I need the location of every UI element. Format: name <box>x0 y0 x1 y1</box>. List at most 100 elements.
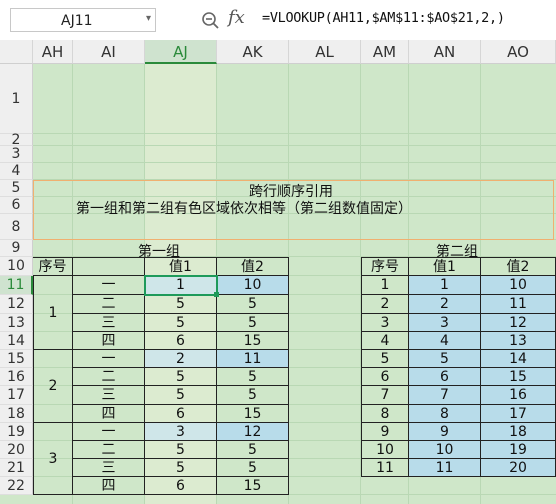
row-header-4[interactable]: 4 <box>0 163 33 180</box>
table1-cell[interactable]: 6 <box>145 405 217 423</box>
table2-cell[interactable]: 8 <box>361 405 409 423</box>
row-header-21[interactable]: 21 <box>0 459 33 477</box>
table1-cell[interactable]: 三 <box>73 386 145 405</box>
table1-cell[interactable]: 5 <box>217 441 289 459</box>
row-header-2[interactable]: 2 <box>0 133 33 147</box>
row-header-18[interactable]: 18 <box>0 405 33 423</box>
column-header-am[interactable]: AM <box>361 40 409 64</box>
table1-cell[interactable]: 5 <box>145 314 217 332</box>
table2-cell[interactable]: 12 <box>481 314 556 332</box>
table2-cell[interactable]: 8 <box>409 405 481 423</box>
table1-cell[interactable]: 12 <box>217 423 289 441</box>
table2-cell[interactable]: 5 <box>361 350 409 368</box>
row-header-20[interactable]: 20 <box>0 441 33 459</box>
row-header-3[interactable]: 3 <box>0 146 33 163</box>
table2-cell[interactable]: 6 <box>409 368 481 386</box>
row-header-14[interactable]: 14 <box>0 332 33 350</box>
select-all-corner[interactable] <box>0 40 33 64</box>
fill-handle[interactable] <box>214 292 219 297</box>
table1-cell[interactable]: 5 <box>145 368 217 386</box>
table1-cell[interactable]: 四 <box>73 477 145 495</box>
zoom-icon[interactable] <box>200 10 222 30</box>
table1-cell[interactable]: 5 <box>217 459 289 477</box>
table1-cell[interactable]: 四 <box>73 332 145 350</box>
column-header-ak[interactable]: AK <box>217 40 289 64</box>
table1-cell[interactable]: 2 <box>145 350 217 368</box>
table1-cell[interactable]: 二 <box>73 441 145 459</box>
table2-cell[interactable]: 10 <box>409 441 481 459</box>
table2-cell[interactable]: 4 <box>361 332 409 350</box>
table1-cell[interactable]: 一 <box>73 423 145 441</box>
table1-cell[interactable]: 一 <box>73 276 145 295</box>
column-header-ah[interactable]: AH <box>33 40 73 64</box>
row-header-10[interactable]: 10 <box>0 257 33 276</box>
table2-cell[interactable]: 11 <box>409 459 481 477</box>
table2-cell[interactable]: 14 <box>481 350 556 368</box>
table2-cell[interactable]: 7 <box>409 386 481 405</box>
row-header-19[interactable]: 19 <box>0 423 33 441</box>
table1-cell[interactable]: 15 <box>217 332 289 350</box>
table2-cell[interactable]: 1 <box>409 276 481 295</box>
chevron-down-icon[interactable]: ▾ <box>146 13 151 24</box>
table1-cell[interactable]: 三 <box>73 459 145 477</box>
table2-cell[interactable]: 2 <box>361 295 409 314</box>
table2-cell[interactable]: 18 <box>481 423 556 441</box>
table1-cell[interactable]: 5 <box>145 441 217 459</box>
name-box[interactable]: AJ11 ▾ <box>10 8 156 32</box>
table2-cell[interactable]: 17 <box>481 405 556 423</box>
selected-cell-aj11[interactable] <box>144 275 218 296</box>
row-header-1[interactable]: 1 <box>0 64 33 134</box>
column-header-aj[interactable]: AJ <box>145 40 217 64</box>
table2-cell[interactable]: 11 <box>481 295 556 314</box>
table1-cell[interactable]: 四 <box>73 405 145 423</box>
row-header-12[interactable]: 12 <box>0 295 33 314</box>
table2-cell[interactable]: 10 <box>481 276 556 295</box>
table1-cell[interactable]: 5 <box>217 386 289 405</box>
table1-cell[interactable]: 15 <box>217 477 289 495</box>
table1-cell[interactable]: 3 <box>145 423 217 441</box>
table1-cell[interactable]: 6 <box>145 477 217 495</box>
table2-cell[interactable]: 6 <box>361 368 409 386</box>
table1-cell[interactable]: 二 <box>73 295 145 314</box>
table1-cell[interactable]: 5 <box>217 368 289 386</box>
table2-cell[interactable]: 3 <box>409 314 481 332</box>
row-header-22[interactable]: 22 <box>0 477 33 495</box>
table1-cell[interactable]: 5 <box>145 459 217 477</box>
table1-cell[interactable]: 一 <box>73 350 145 368</box>
row-header-17[interactable]: 17 <box>0 386 33 405</box>
table1-cell[interactable]: 三 <box>73 314 145 332</box>
table1-cell[interactable]: 5 <box>145 295 217 314</box>
column-header-an[interactable]: AN <box>409 40 481 64</box>
table1-cell[interactable]: 10 <box>217 276 289 295</box>
table1-cell[interactable]: 5 <box>145 386 217 405</box>
table2-cell[interactable]: 9 <box>409 423 481 441</box>
row-header-5[interactable]: 5 <box>0 180 33 197</box>
table1-cell[interactable]: 5 <box>217 314 289 332</box>
row-header-13[interactable]: 13 <box>0 314 33 332</box>
table2-cell[interactable]: 3 <box>361 314 409 332</box>
table2-cell[interactable]: 16 <box>481 386 556 405</box>
table2-cell[interactable]: 4 <box>409 332 481 350</box>
column-header-ao[interactable]: AO <box>481 40 556 64</box>
table1-cell[interactable]: 6 <box>145 332 217 350</box>
table2-cell[interactable]: 19 <box>481 441 556 459</box>
fx-icon[interactable]: fx <box>228 7 245 28</box>
column-header-al[interactable]: AL <box>289 40 361 64</box>
table2-cell[interactable]: 2 <box>409 295 481 314</box>
table2-cell[interactable]: 20 <box>481 459 556 477</box>
formula-input[interactable]: =VLOOKUP(AH11,$AM$11:$AO$21,2,) <box>262 10 505 26</box>
row-header-16[interactable]: 16 <box>0 368 33 386</box>
table1-cell[interactable]: 二 <box>73 368 145 386</box>
table2-cell[interactable]: 5 <box>409 350 481 368</box>
row-header-9[interactable]: 9 <box>0 240 33 257</box>
table1-cell[interactable]: 11 <box>217 350 289 368</box>
row-header-6[interactable]: 6 <box>0 197 33 214</box>
table1-cell[interactable]: 15 <box>217 405 289 423</box>
table2-cell[interactable]: 1 <box>361 276 409 295</box>
table2-cell[interactable]: 9 <box>361 423 409 441</box>
table2-cell[interactable]: 7 <box>361 386 409 405</box>
table2-cell[interactable]: 10 <box>361 441 409 459</box>
row-header-8[interactable]: 8 <box>0 214 33 240</box>
table1-cell[interactable]: 5 <box>217 295 289 314</box>
column-header-ai[interactable]: AI <box>73 40 145 64</box>
